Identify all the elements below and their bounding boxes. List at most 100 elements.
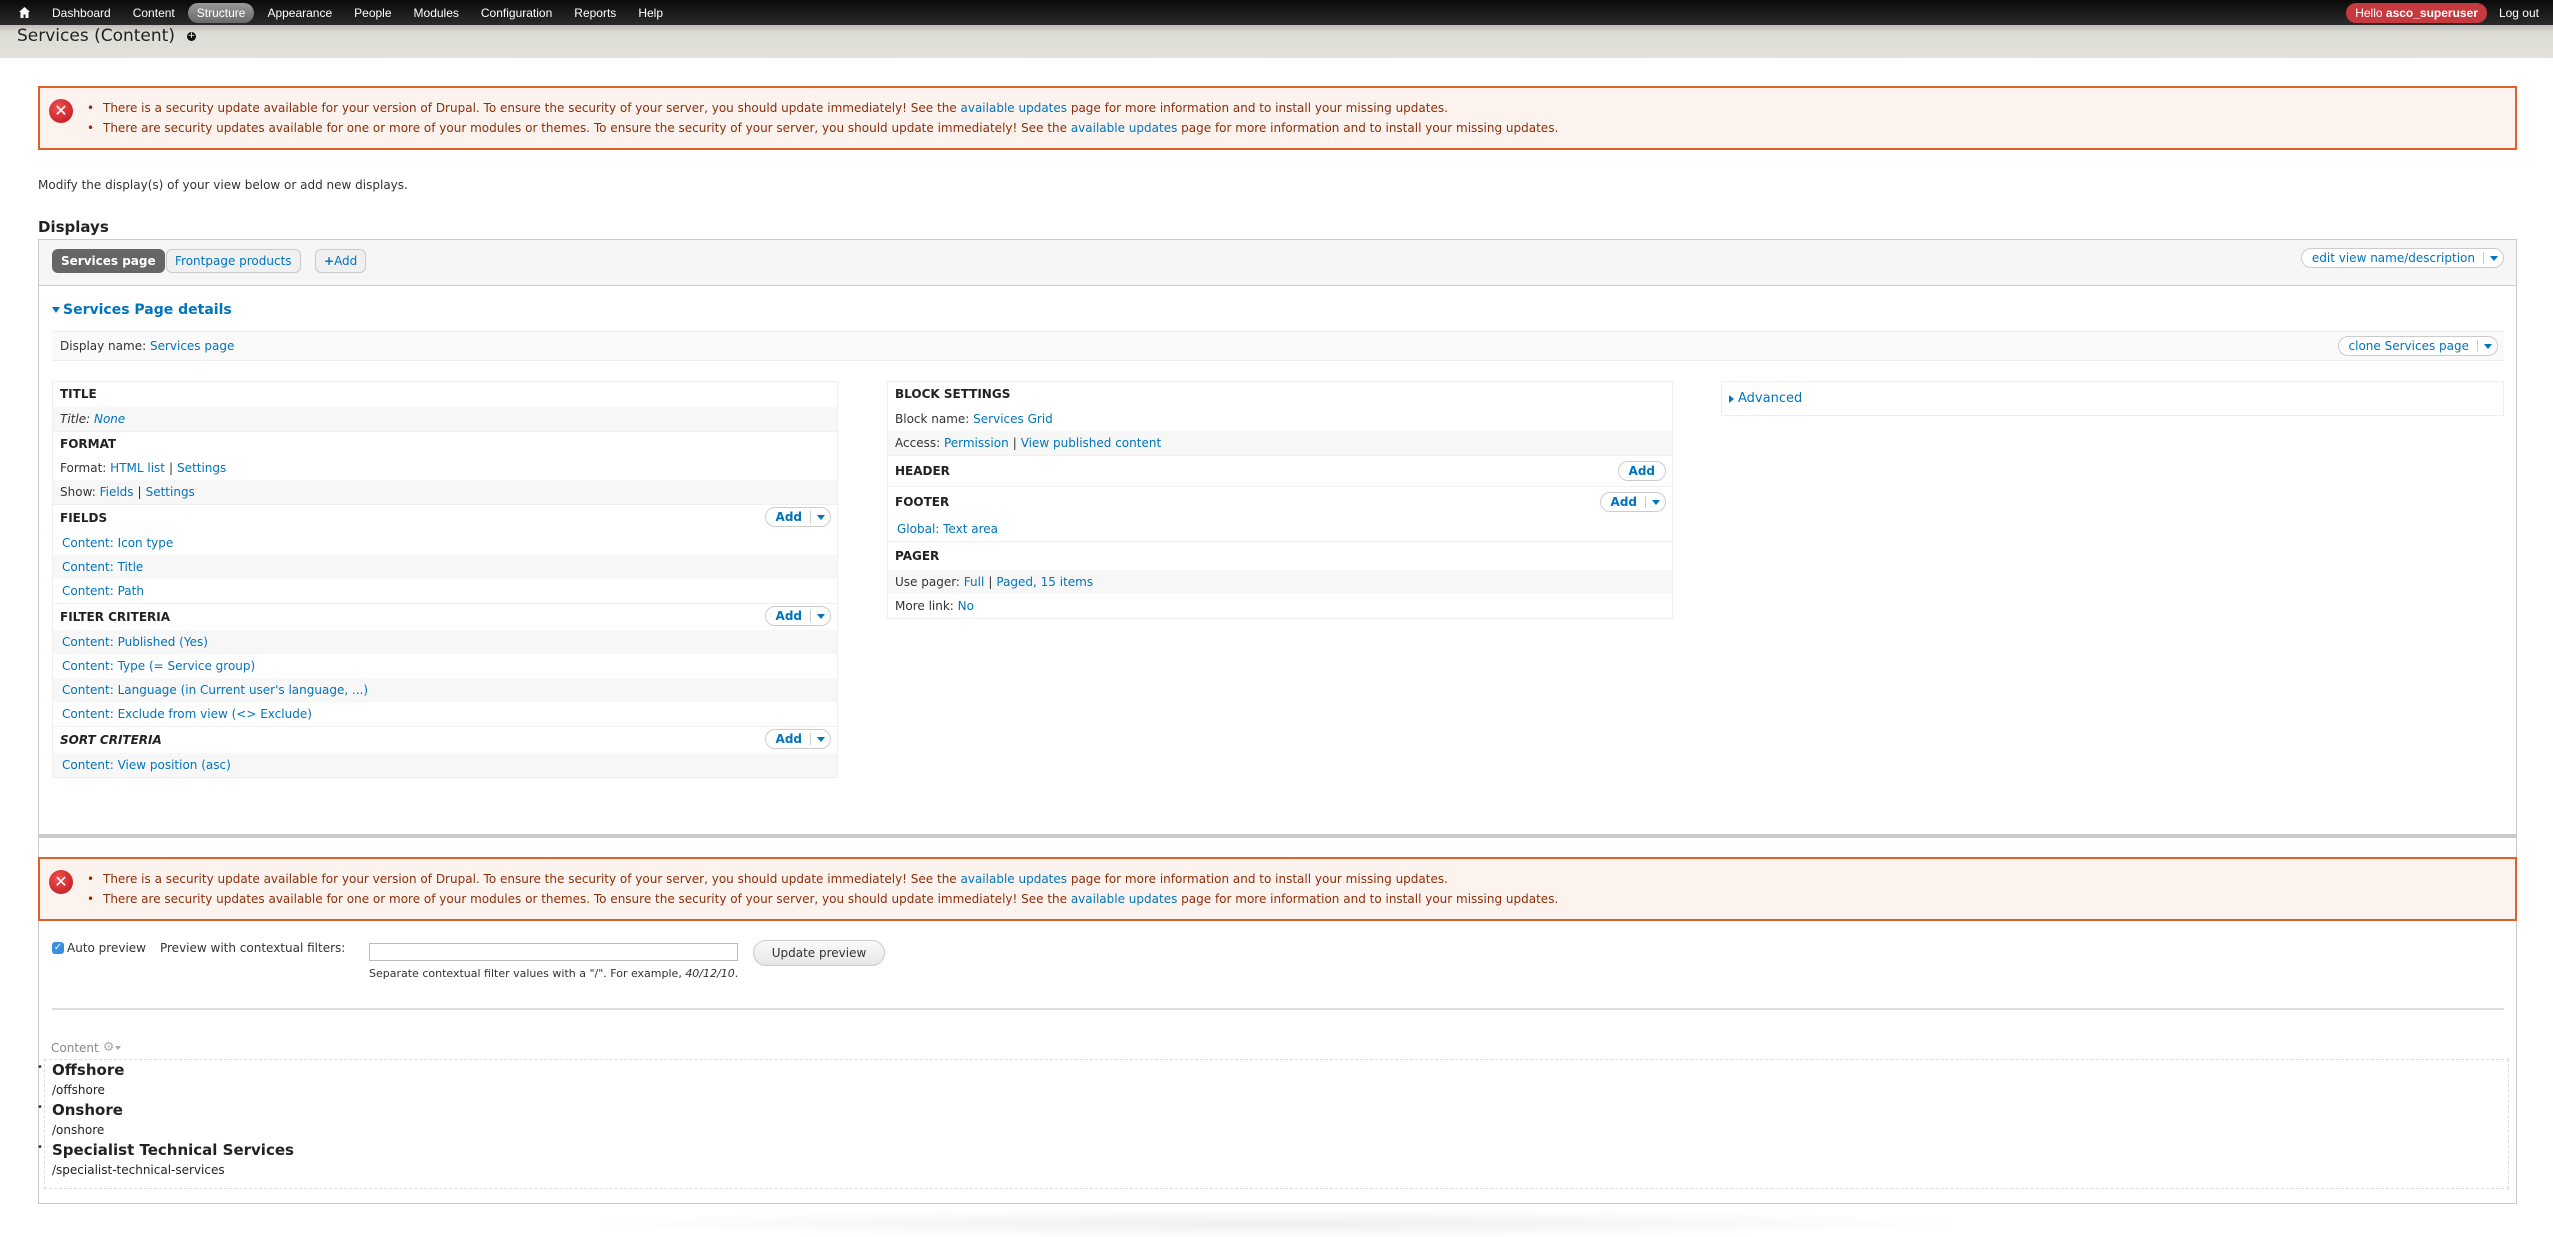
field-link[interactable]: Content: Icon type [62,536,173,550]
toolbar-item-configuration[interactable]: Configuration [472,3,561,23]
toolbar-item-content[interactable]: Content [124,3,184,23]
admin-toolbar: Dashboard Content Structure Appearance P… [0,0,2553,25]
contextual-filters-input[interactable] [369,943,738,961]
filter-item[interactable]: Content: Type (= Service group) [53,654,837,678]
field-item[interactable]: Content: Path [53,579,837,603]
chevron-down-icon[interactable] [115,1045,122,1050]
add-label: Add [1610,495,1637,509]
error-messages-top: ✕ There is a security update available f… [38,86,2517,150]
auto-preview-checkbox[interactable]: ✓ [52,942,64,954]
update-preview-button[interactable]: Update preview [753,940,885,966]
available-updates-link[interactable]: available updates [1071,892,1178,906]
result-path: /specialist-technical-services [52,1163,225,1177]
toolbar-item-people[interactable]: People [345,3,400,23]
available-updates-link[interactable]: available updates [961,872,1068,886]
add-field-button[interactable]: Add [764,507,831,527]
chevron-down-icon[interactable] [810,511,830,523]
field-link[interactable]: Content: Title [62,560,143,574]
displays-panel: Services page Frontpage products +Add ed… [38,239,2517,838]
user-greeting-link[interactable]: Hello asco_superuser [2346,2,2487,23]
auto-preview-label[interactable]: Auto preview [67,941,146,955]
advanced-column: Advanced [1721,381,2504,416]
chevron-down-icon[interactable] [2483,252,2503,264]
toolbar-item-appearance[interactable]: Appearance [258,3,341,23]
access-label: Access: [895,436,941,450]
message-item: There is a security update available for… [87,869,2515,889]
add-display-label: Add [334,254,358,268]
help-example: 40/12/10 [685,967,735,980]
toolbar-item-dashboard[interactable]: Dashboard [43,3,120,23]
chevron-down-icon[interactable] [2477,340,2497,352]
bottom-shadow [600,1210,1950,1237]
add-display-button[interactable]: +Add [315,249,367,273]
filter-link[interactable]: Content: Type (= Service group) [62,659,255,673]
filter-item[interactable]: Content: Language (in Current user's lan… [53,678,837,702]
use-pager-link[interactable]: Full [964,575,985,589]
block-name-link[interactable]: Services Grid [973,412,1053,426]
footer-item[interactable]: Global: Text area [888,517,1672,541]
access-link[interactable]: Permission [944,436,1009,450]
error-icon: ✕ [49,870,73,894]
fields-heading: FIELDS [60,511,108,525]
block-name-label: Block name: [895,412,970,426]
tab-frontpage-products[interactable]: Frontpage products [166,249,301,273]
result-title: Offshore [52,1061,125,1079]
logout-link[interactable]: Log out [2499,6,2539,20]
clone-display-button[interactable]: clone Services page [2337,336,2498,356]
edit-view-label: edit view name/description [2311,251,2475,265]
add-header-button[interactable]: Add [1617,461,1666,481]
details-toggle[interactable]: Services Page details [52,302,232,318]
gear-icon[interactable]: ⚙ [103,1040,115,1055]
plus-circle-icon[interactable]: + [186,31,196,41]
format-settings-link[interactable]: Settings [177,461,226,475]
triangle-right-icon [1729,394,1734,403]
home-icon[interactable] [17,6,31,20]
toolbar-item-structure[interactable]: Structure [187,2,255,23]
display-name-link[interactable]: Services page [150,339,234,353]
access-detail-link[interactable]: View published content [1021,436,1161,450]
footer-link[interactable]: Global: Text area [897,522,998,536]
available-updates-link[interactable]: available updates [1071,121,1178,135]
middle-column: BLOCK SETTINGS Block name: Services Grid… [887,381,1673,619]
filter-item[interactable]: Content: Published (Yes) [53,630,837,654]
title-row: Title: None [53,407,837,431]
edit-view-name-button[interactable]: edit view name/description [2300,248,2504,268]
filter-link[interactable]: Content: Published (Yes) [62,635,208,649]
filter-item[interactable]: Content: Exclude from view (<> Exclude) [53,702,837,726]
format-value-link[interactable]: HTML list [110,461,165,475]
message-text: There are security updates available for… [103,121,1071,135]
pager-detail-link[interactable]: Paged, 15 items [996,575,1093,589]
tab-services-page[interactable]: Services page [52,249,165,273]
add-footer-button[interactable]: Add [1599,492,1666,512]
content-label-text: Content [51,1040,99,1055]
field-item[interactable]: Content: Icon type [53,531,837,555]
sort-item[interactable]: Content: View position (asc) [53,753,837,777]
field-item[interactable]: Content: Title [53,555,837,579]
more-link-value[interactable]: No [958,599,974,613]
chevron-down-icon[interactable] [810,610,830,622]
title-value-link[interactable]: None [94,412,125,426]
add-label: Add [1628,464,1655,478]
filter-heading: FILTER CRITERIA [60,610,171,624]
sort-link[interactable]: Content: View position (asc) [62,758,231,772]
chevron-down-icon[interactable] [810,733,830,745]
toolbar-item-modules[interactable]: Modules [405,3,468,23]
add-filter-button[interactable]: Add [764,606,831,626]
show-settings-link[interactable]: Settings [146,485,195,499]
add-sort-button[interactable]: Add [764,729,831,749]
clone-label: clone Services page [2348,339,2469,353]
filter-link[interactable]: Content: Exclude from view (<> Exclude) [62,707,312,721]
contextual-filters-label: Preview with contextual filters: [159,941,346,955]
field-link[interactable]: Content: Path [62,584,144,598]
result-title: Onshore [52,1101,123,1119]
display-name-row: Display name: Services page clone Servic… [52,331,2504,361]
show-value-link[interactable]: Fields [100,485,134,499]
use-pager-row: Use pager: Full | Paged, 15 items [888,570,1672,594]
toolbar-item-help[interactable]: Help [629,3,672,23]
toolbar-item-reports[interactable]: Reports [565,3,625,23]
advanced-toggle[interactable]: Advanced [1722,382,2503,415]
filter-link[interactable]: Content: Language (in Current user's lan… [62,683,368,697]
use-pager-label: Use pager: [895,575,960,589]
chevron-down-icon[interactable] [1645,496,1665,508]
available-updates-link[interactable]: available updates [961,101,1068,115]
